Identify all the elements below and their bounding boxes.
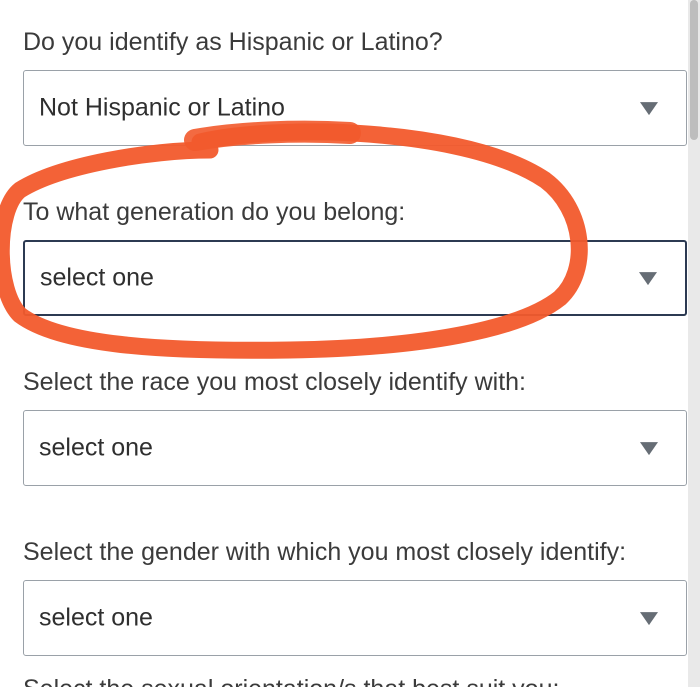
hispanic-question-label: Do you identify as Hispanic or Latino? <box>23 28 443 56</box>
scrollbar-track[interactable] <box>688 0 700 687</box>
generation-question-label: To what generation do you belong: <box>23 198 406 226</box>
race-question-label: Select the race you most closely identif… <box>23 368 527 396</box>
chevron-down-icon <box>640 102 658 116</box>
chevron-down-icon <box>640 612 658 626</box>
orientation-question-label: Select the sexual orientation/s that bes… <box>23 674 559 687</box>
hispanic-select[interactable]: Not Hispanic or Latino <box>23 70 687 146</box>
generation-select-value: select one <box>40 263 154 292</box>
gender-question-label: Select the gender with which you most cl… <box>23 538 627 566</box>
gender-select[interactable]: select one <box>23 580 687 656</box>
chevron-down-icon <box>640 442 658 456</box>
race-select[interactable]: select one <box>23 410 687 486</box>
race-select-value: select one <box>39 433 153 462</box>
gender-select-value: select one <box>39 603 153 632</box>
chevron-down-icon <box>639 272 657 286</box>
generation-select[interactable]: select one <box>23 240 687 316</box>
scrollbar-thumb[interactable] <box>690 0 698 140</box>
hispanic-select-value: Not Hispanic or Latino <box>39 93 285 122</box>
